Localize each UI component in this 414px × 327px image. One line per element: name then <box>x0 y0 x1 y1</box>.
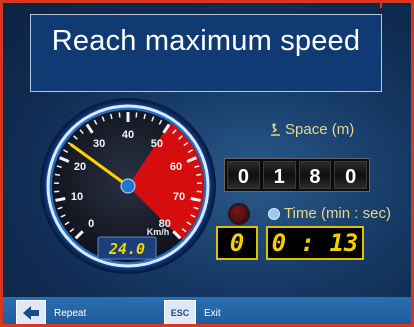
distance-digit: 0 <box>227 161 260 189</box>
gauge-tick-label: 10 <box>71 191 83 203</box>
gauge-minor-tick <box>196 173 202 176</box>
task-title: Reach maximum speed <box>51 25 361 57</box>
task-title-panel: Reach maximum speed <box>30 14 382 92</box>
distance-digit: 1 <box>262 161 296 189</box>
gauge-unit: Km/h <box>147 227 170 237</box>
distance-digit: 8 <box>298 161 332 189</box>
gauge-tick-label: 70 <box>173 191 185 203</box>
gauge-tick-label: 20 <box>74 161 86 173</box>
top-edge-marker <box>380 0 382 8</box>
repeat-label: Repeat <box>54 307 87 319</box>
gauge-tick-label: 0 <box>88 218 94 230</box>
exit-label: Exit <box>204 307 221 319</box>
speed-readout: 24.0 <box>108 240 145 258</box>
gauge-tick-label: 40 <box>122 129 134 141</box>
time-label: Time (min : sec) <box>268 205 391 222</box>
distance-digit: 0 <box>334 161 367 189</box>
clock-icon <box>268 207 280 220</box>
gauge-minor-tick <box>118 112 121 118</box>
skier-icon <box>271 122 280 136</box>
gauge-tick-label: 30 <box>93 138 105 150</box>
time-label-text: Time (min : sec) <box>284 205 391 222</box>
gauge-major-tick <box>55 197 66 202</box>
exit-button[interactable]: ESC Exit <box>164 300 221 326</box>
status-light <box>228 203 250 225</box>
time-seconds-display: 0 : 13 <box>266 226 364 260</box>
gauge-minor-tick <box>135 112 138 118</box>
gauge-tick-label: 60 <box>170 161 182 173</box>
gauge-hub <box>120 178 136 194</box>
distance-counter: 0 1 8 0 <box>224 158 370 192</box>
esc-key[interactable]: ESC <box>164 300 196 326</box>
speedometer-dial: 01020304050607080 Km/h 24.0 <box>40 98 216 274</box>
gauge-tick-label: 50 <box>151 138 163 150</box>
time-minutes-display: 0 <box>216 226 258 260</box>
space-label: Space (m) <box>268 121 354 138</box>
space-label-text: Space (m) <box>285 121 355 138</box>
repeat-button[interactable]: Repeat <box>16 300 86 326</box>
speedometer: 0 10 20 30 40 50 60 70 80 Km/h 24.0 <box>38 96 218 276</box>
gauge-minor-tick <box>54 173 60 176</box>
gauge-major-tick <box>190 197 201 202</box>
arrow-left-icon[interactable] <box>16 300 46 326</box>
